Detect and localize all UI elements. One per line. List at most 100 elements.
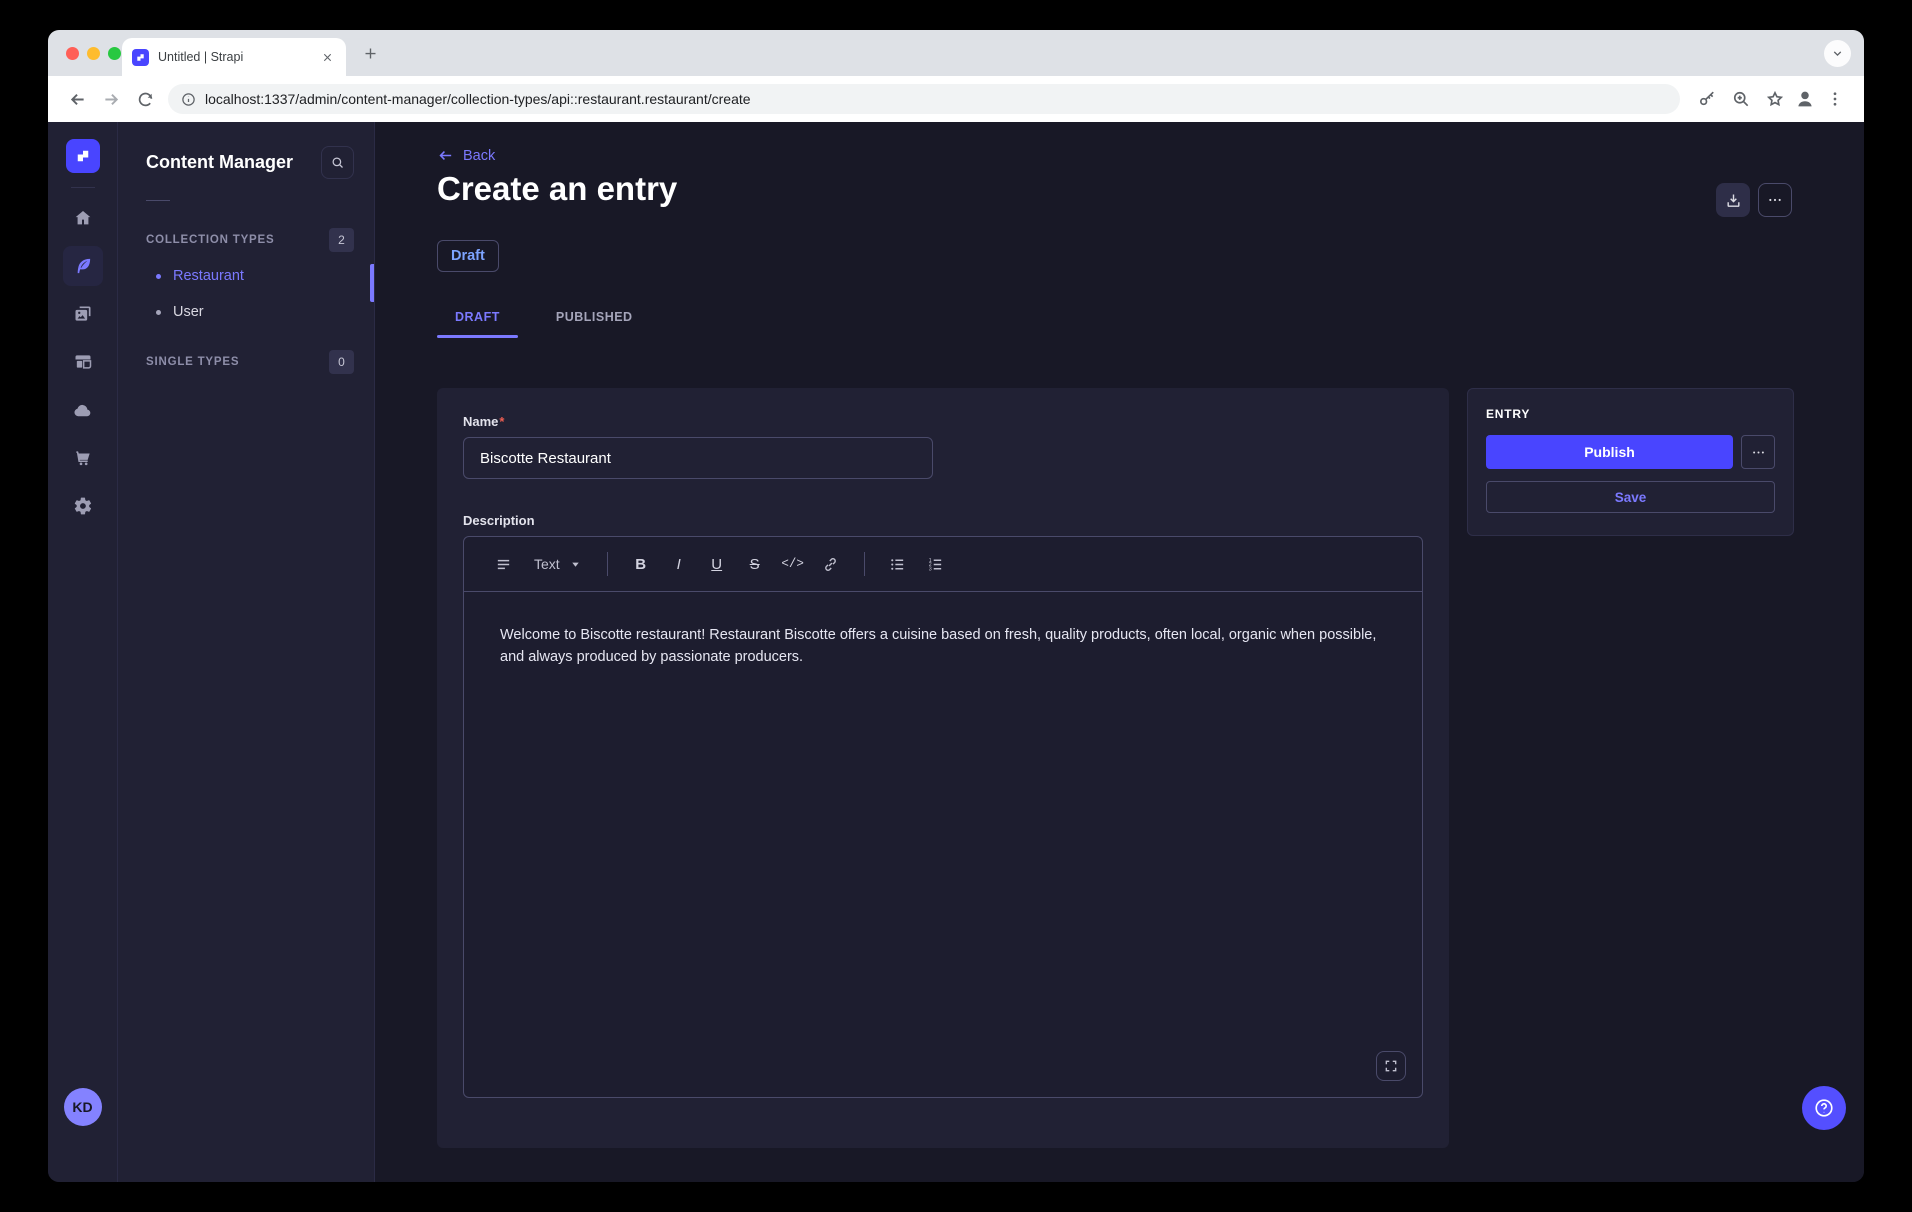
tab-title: Untitled | Strapi (158, 50, 309, 64)
browser-toolbar: localhost:1337/admin/content-manager/col… (48, 76, 1864, 122)
name-field-label: Name* (463, 414, 1423, 429)
collection-types-label: COLLECTION TYPES (146, 234, 274, 246)
page-title: Create an entry (437, 170, 677, 208)
close-window-button[interactable] (66, 47, 79, 60)
entry-panel-title: ENTRY (1486, 407, 1775, 421)
forward-icon[interactable] (94, 82, 128, 116)
block-type-dropdown[interactable]: Text (524, 547, 591, 581)
bold-button[interactable]: B (624, 547, 658, 581)
browser-tab-strip: Untitled | Strapi (48, 30, 1864, 76)
main-nav-sidebar: KD (48, 122, 118, 1182)
more-dots-icon (1767, 192, 1783, 208)
name-input[interactable] (463, 437, 933, 479)
url-text: localhost:1337/admin/content-manager/col… (205, 91, 751, 107)
minimize-window-button[interactable] (87, 47, 100, 60)
help-button[interactable] (1802, 1086, 1846, 1130)
header-more-button[interactable] (1758, 183, 1792, 217)
address-bar[interactable]: localhost:1337/admin/content-manager/col… (168, 84, 1680, 114)
numbered-list-icon: 123 (927, 556, 944, 573)
entry-form-card: Name* Description Text (437, 388, 1449, 1148)
toolbar-separator (864, 552, 865, 576)
back-label: Back (463, 148, 495, 164)
tab-search-chevron-icon[interactable] (1824, 40, 1851, 67)
paragraph-align-icon[interactable] (486, 547, 520, 581)
content-manager-icon[interactable] (63, 246, 103, 286)
link-button[interactable] (814, 547, 848, 581)
strapi-favicon (132, 49, 149, 66)
browser-tab[interactable]: Untitled | Strapi (122, 38, 346, 76)
sidebar-item-label: Restaurant (173, 268, 244, 284)
subnav-title: Content Manager (146, 152, 293, 173)
strapi-admin: KD Content Manager COLLECTION TYPES 2 Re… (48, 122, 1864, 1182)
active-item-indicator (370, 264, 374, 302)
export-download-button[interactable] (1716, 183, 1750, 217)
sidebar-item-user[interactable]: User (146, 294, 354, 330)
bullet-icon (156, 310, 161, 315)
subnav-divider (146, 200, 170, 201)
search-button[interactable] (321, 146, 354, 179)
expand-icon (1384, 1059, 1398, 1073)
italic-button[interactable]: I (662, 547, 696, 581)
strikethrough-button[interactable]: S (738, 547, 772, 581)
entry-more-button[interactable] (1741, 435, 1775, 469)
cloud-icon[interactable] (63, 390, 103, 430)
download-icon (1725, 192, 1742, 209)
required-asterisk: * (499, 414, 504, 429)
tab-published[interactable]: PUBLISHED (538, 300, 651, 338)
reload-icon[interactable] (128, 82, 162, 116)
window-controls (66, 47, 121, 60)
browser-window: Untitled | Strapi localhost:1337/admin/c… (48, 30, 1864, 1182)
media-library-icon[interactable] (63, 294, 103, 334)
bookmark-star-icon[interactable] (1758, 82, 1792, 116)
tab-draft[interactable]: DRAFT (437, 300, 518, 338)
tab-close-icon[interactable] (318, 48, 336, 66)
entry-panel: ENTRY Publish Save (1467, 388, 1794, 536)
block-type-value: Text (534, 556, 560, 572)
collection-types-count-badge: 2 (329, 228, 354, 252)
bullet-icon (156, 274, 161, 279)
more-dots-icon (1751, 445, 1766, 460)
main-content: Back Create an entry Draft DRAFT PUBLISH… (375, 122, 1864, 1182)
browser-profile-icon[interactable] (1792, 86, 1818, 112)
settings-gear-icon[interactable] (63, 486, 103, 526)
editor-content[interactable]: Welcome to Biscotte restaurant! Restaura… (464, 592, 1422, 700)
bulleted-list-button[interactable] (881, 547, 915, 581)
back-link[interactable]: Back (437, 147, 495, 164)
sidebar-divider (71, 187, 95, 188)
marketplace-cart-icon[interactable] (63, 438, 103, 478)
single-types-label: SINGLE TYPES (146, 356, 239, 368)
toolbar-separator (607, 552, 608, 576)
numbered-list-button[interactable]: 123 (919, 547, 953, 581)
site-info-icon[interactable] (181, 92, 196, 107)
new-tab-button[interactable] (360, 43, 380, 63)
publish-button[interactable]: Publish (1486, 435, 1733, 469)
zoom-window-button[interactable] (108, 47, 121, 60)
content-type-builder-icon[interactable] (63, 342, 103, 382)
chevron-down-icon (570, 559, 581, 570)
content-manager-subnav: Content Manager COLLECTION TYPES 2 Resta… (118, 122, 375, 1182)
description-field-label: Description (463, 513, 1423, 528)
header-actions (1716, 183, 1792, 217)
user-avatar[interactable]: KD (64, 1088, 102, 1126)
link-icon (822, 556, 839, 573)
single-types-count-badge: 0 (329, 350, 354, 374)
svg-text:3: 3 (929, 566, 932, 572)
version-tabs: DRAFT PUBLISHED (437, 300, 651, 338)
rich-text-editor: Text B I U S </> (463, 536, 1423, 1098)
password-key-icon[interactable] (1690, 82, 1724, 116)
home-icon[interactable] (63, 198, 103, 238)
question-mark-icon (1813, 1097, 1835, 1119)
status-badge: Draft (437, 240, 499, 272)
expand-editor-button[interactable] (1376, 1051, 1406, 1081)
bulleted-list-icon (889, 556, 906, 573)
editor-toolbar: Text B I U S </> (464, 537, 1422, 592)
code-button[interactable]: </> (776, 547, 810, 581)
strapi-logo[interactable] (66, 139, 100, 173)
back-icon[interactable] (60, 82, 94, 116)
browser-menu-icon[interactable] (1818, 82, 1852, 116)
sidebar-item-restaurant[interactable]: Restaurant (146, 258, 354, 294)
back-arrow-icon (437, 147, 454, 164)
underline-button[interactable]: U (700, 547, 734, 581)
save-button[interactable]: Save (1486, 481, 1775, 513)
zoom-icon[interactable] (1724, 82, 1758, 116)
